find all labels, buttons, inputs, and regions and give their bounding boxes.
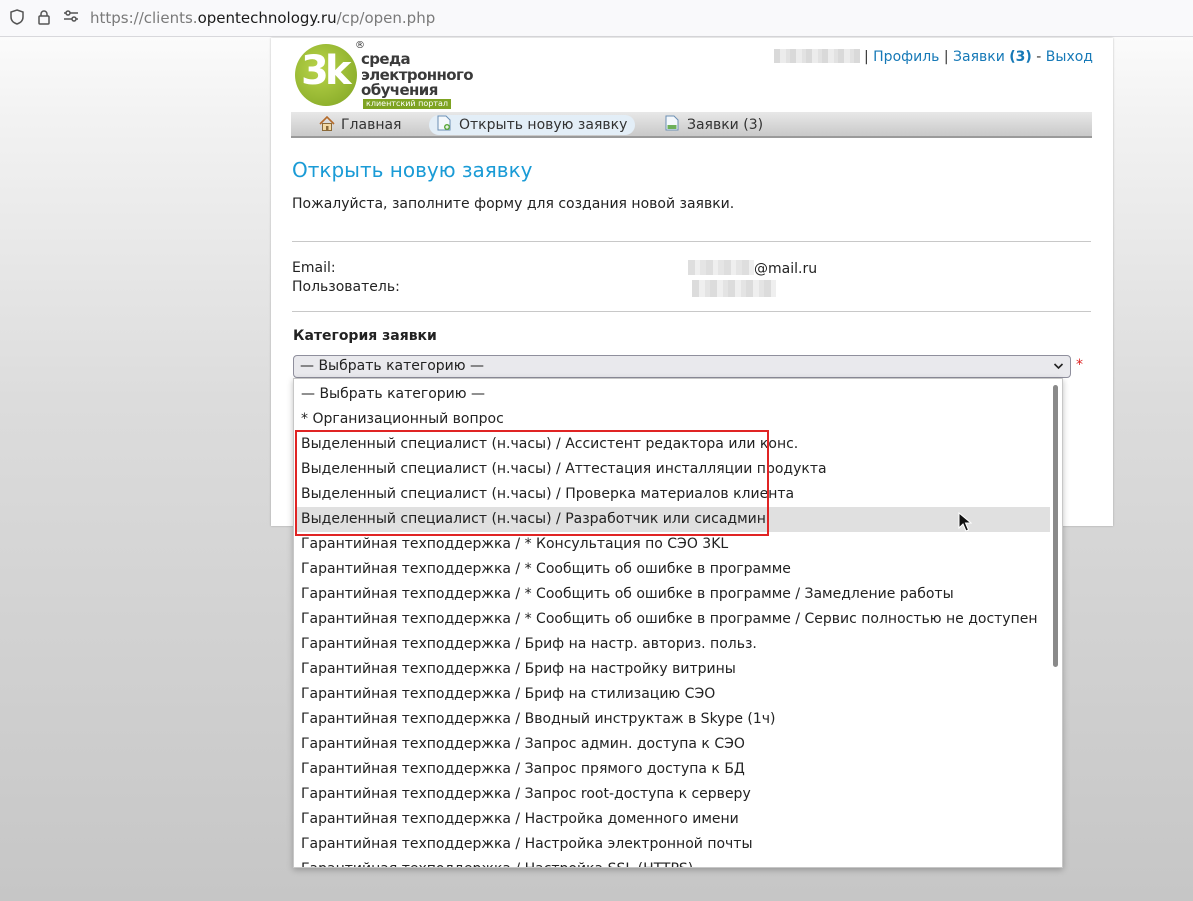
url-domain: opentechnology.ru xyxy=(197,9,337,27)
required-marker: * xyxy=(1076,357,1083,373)
category-select-value: — Выбрать категорию — xyxy=(300,358,485,374)
page-title: Открыть новую заявку xyxy=(292,158,533,182)
main-menu: Главная Открыть новую заявку Заявки (3) xyxy=(291,112,1092,138)
browser-address-bar[interactable]: https://clients.opentechnology.ru/cp/ope… xyxy=(0,0,1193,37)
user-label: Пользователь: xyxy=(292,279,400,295)
profile-link[interactable]: Профиль xyxy=(873,49,939,65)
category-dropdown-list[interactable]: Гарантийная техподдержка / Настройка SSL… xyxy=(293,378,1063,868)
divider xyxy=(292,311,1091,312)
dropdown-option[interactable]: Гарантийная техподдержка / * Сообщить об… xyxy=(295,582,1050,607)
logo-line-1: среда xyxy=(361,50,411,68)
menu-new-ticket-label: Открыть новую заявку xyxy=(459,117,628,133)
dropdown-option[interactable]: Выделенный специалист (н.часы) / Ассисте… xyxy=(295,432,1050,457)
menu-tickets-label: Заявки (3) xyxy=(687,117,764,133)
email-value: @mail.ru xyxy=(688,260,817,277)
menu-home[interactable]: Главная xyxy=(311,115,409,135)
logo-tagline: клиентский портал xyxy=(363,99,452,109)
dropdown-option[interactable]: Гарантийная техподдержка / Запрос прямог… xyxy=(295,757,1050,782)
menu-new-ticket[interactable]: Открыть новую заявку xyxy=(429,115,636,135)
dropdown-option[interactable]: Гарантийная техподдержка / Настройка SSL… xyxy=(295,857,1050,867)
dropdown-option[interactable]: * Организационный вопрос xyxy=(295,407,1050,432)
page-intro: Пожалуйста, заполните форму для создания… xyxy=(292,196,735,212)
permissions-icon[interactable] xyxy=(63,9,79,27)
dropdown-option[interactable]: Выделенный специалист (н.часы) / Проверк… xyxy=(295,482,1050,507)
dropdown-scrollbar[interactable] xyxy=(1053,385,1058,667)
mouse-cursor-icon xyxy=(958,511,973,532)
username-redacted xyxy=(773,49,860,63)
dropdown-option[interactable]: Гарантийная техподдержка / Вводный инстр… xyxy=(295,707,1050,732)
dropdown-option[interactable]: Выделенный специалист (н.часы) / Разрабо… xyxy=(295,507,1050,532)
menu-home-label: Главная xyxy=(341,117,402,133)
category-label: Категория заявки xyxy=(293,328,437,344)
menu-tickets[interactable]: Заявки (3) xyxy=(657,115,771,135)
dropdown-option[interactable]: Гарантийная техподдержка / Настройка дом… xyxy=(295,807,1050,832)
logout-link[interactable]: Выход xyxy=(1046,49,1093,65)
dropdown-option[interactable]: Гарантийная техподдержка / Бриф на стили… xyxy=(295,682,1050,707)
tickets-link[interactable]: Заявки (3) xyxy=(953,49,1032,65)
dropdown-option[interactable]: Гарантийная техподдержка / Бриф на настр… xyxy=(295,657,1050,682)
logo-mark: 3k xyxy=(295,44,357,106)
dropdown-option[interactable]: Гарантийная техподдержка / * Сообщить об… xyxy=(295,557,1050,582)
logo[interactable]: 3k ® среда электронного обучения клиентс… xyxy=(295,40,475,109)
url-text[interactable]: https://clients.opentechnology.ru/cp/ope… xyxy=(90,9,435,27)
dropdown-option[interactable]: Гарантийная техподдержка / * Консультаци… xyxy=(295,532,1050,557)
email-redacted xyxy=(688,260,754,275)
dropdown-option[interactable]: — Выбрать категорию — xyxy=(295,382,1050,407)
document-icon xyxy=(665,115,681,131)
divider xyxy=(292,241,1091,242)
user-nav: | Профиль | Заявки (3) - Выход xyxy=(773,49,1093,65)
user-value-redacted xyxy=(692,280,776,297)
dropdown-option[interactable]: Гарантийная техподдержка / Запрос root-д… xyxy=(295,782,1050,807)
category-select[interactable]: — Выбрать категорию — xyxy=(293,355,1071,378)
url-prefix: https://clients. xyxy=(90,9,198,27)
home-icon xyxy=(319,115,335,131)
dropdown-option[interactable]: Выделенный специалист (н.часы) / Аттеста… xyxy=(295,457,1050,482)
dropdown-option[interactable]: Гарантийная техподдержка / Бриф на настр… xyxy=(295,632,1050,657)
email-label: Email: xyxy=(292,260,336,276)
dropdown-option[interactable]: Гарантийная техподдержка / * Сообщить об… xyxy=(295,607,1050,632)
url-path: /cp/open.php xyxy=(336,9,436,27)
dropdown-option[interactable]: Гарантийная техподдержка / Запрос админ.… xyxy=(295,732,1050,757)
shield-icon[interactable] xyxy=(10,9,24,29)
dropdown-option[interactable]: Гарантийная техподдержка / Настройка эле… xyxy=(295,832,1050,857)
logo-line-3: обучения xyxy=(361,81,438,99)
new-document-icon xyxy=(437,115,453,131)
lock-icon[interactable] xyxy=(37,9,51,29)
